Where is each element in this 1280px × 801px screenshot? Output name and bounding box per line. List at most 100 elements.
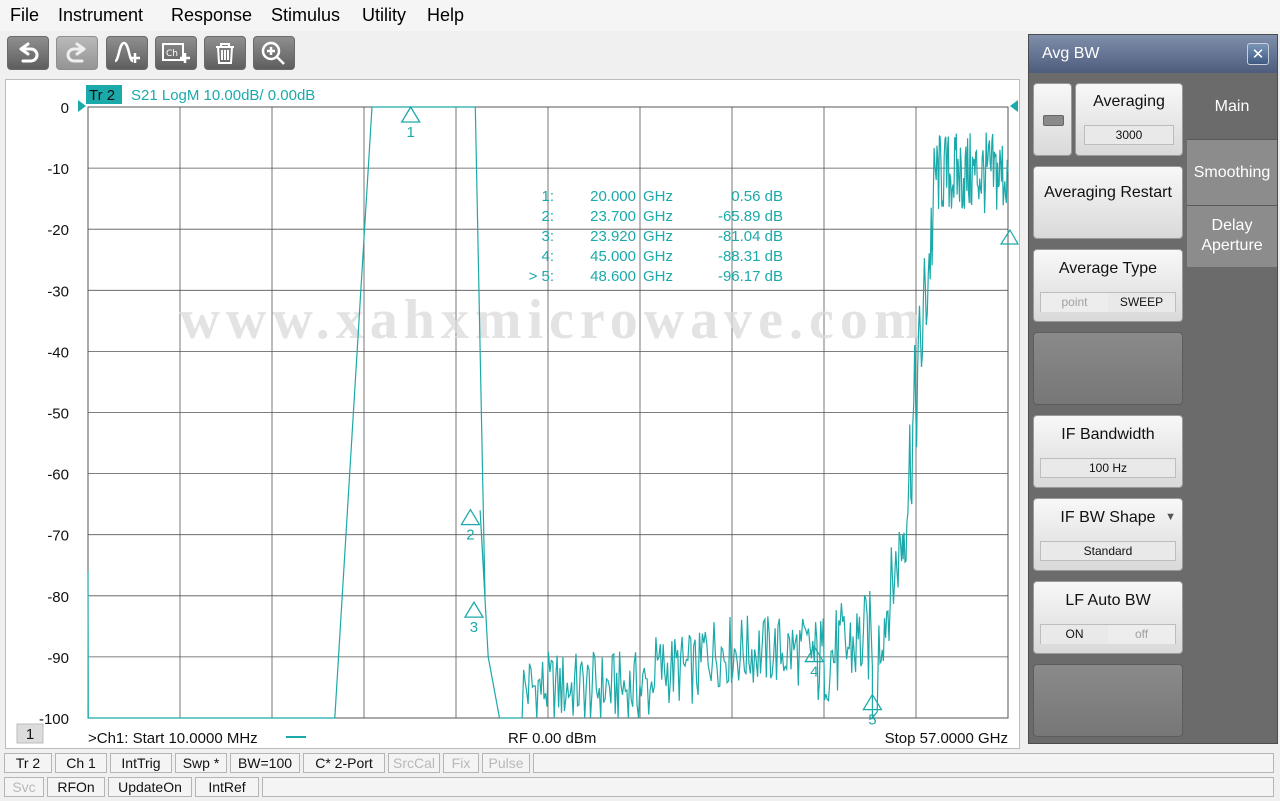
marker-triangle[interactable] [400, 105, 421, 123]
marker-triangle[interactable] [460, 508, 481, 526]
status-item[interactable]: RFOn [47, 777, 105, 797]
y-axis-tick-label: -70 [47, 528, 69, 545]
tab-main[interactable]: Main [1187, 75, 1277, 139]
status-item[interactable]: Tr 2 [4, 753, 52, 773]
redo-button[interactable] [56, 36, 98, 70]
menu-utility[interactable]: Utility [362, 5, 406, 26]
lf-auto-bw-off[interactable]: off [1108, 625, 1175, 644]
dropdown-arrow-icon: ▼ [1165, 511, 1176, 523]
status-item[interactable]: Pulse [482, 753, 530, 773]
menu-help[interactable]: Help [427, 5, 464, 26]
marker-table-cell: GHz [643, 268, 673, 285]
add-channel-button[interactable]: Ch [155, 36, 197, 70]
menu-bar: File Instrument Response Stimulus Utilit… [0, 0, 1280, 31]
marker-table-cell: GHz [643, 248, 673, 265]
trace-window[interactable]: www.xahxmicrowave.com 0 -10 -20 -30 -40 -50 -6… [5, 79, 1020, 749]
marker-number: 5 [868, 712, 876, 729]
undo-button[interactable] [7, 36, 49, 70]
average-type-point[interactable]: point [1041, 293, 1108, 312]
if-bandwidth-button[interactable]: IF Bandwidth 100 Hz [1033, 415, 1183, 488]
marker-table-cell: 3: [541, 228, 554, 245]
svg-text:Ch: Ch [166, 49, 178, 59]
marker-triangle[interactable] [463, 600, 485, 618]
marker-table-cell: -81.04 dB [718, 228, 783, 245]
empty-softkey-1 [1033, 332, 1183, 405]
reference-right-arrow [1010, 100, 1018, 112]
panel-title: Avg BW [1042, 45, 1100, 62]
averaging-value[interactable]: 3000 [1084, 125, 1174, 145]
close-icon: ✕ [1251, 46, 1265, 63]
marker-table-cell: 4: [541, 248, 554, 265]
add-channel-icon: Ch [162, 43, 190, 63]
y-axis-tick-label: 0 [61, 100, 69, 117]
lf-auto-bw-on[interactable]: ON [1041, 625, 1108, 644]
average-type-selector[interactable]: point SWEEP [1040, 292, 1176, 312]
status-item[interactable]: Svc [4, 777, 44, 797]
marker-table-cell: 23.700 [590, 208, 636, 225]
rf-power[interactable]: RF 0.00 dBm [508, 730, 596, 747]
zoom-icon [261, 41, 285, 65]
marker-table-cell: GHz [643, 188, 673, 205]
start-frequency[interactable]: >Ch1: Start 10.0000 MHz [88, 730, 258, 747]
average-type-sweep[interactable]: SWEEP [1108, 293, 1175, 312]
marker-table-cell: 48.600 [590, 268, 636, 285]
status-item[interactable]: IntRef [195, 777, 259, 797]
delete-button[interactable] [204, 36, 246, 70]
status-item[interactable]: SrcCal [388, 753, 440, 773]
status-item[interactable]: Swp * [175, 753, 227, 773]
menu-file[interactable]: File [10, 5, 39, 26]
averaging-button[interactable]: Averaging 3000 [1075, 83, 1183, 156]
averaging-label: Averaging [1093, 93, 1165, 110]
average-type-button[interactable]: Average Type point SWEEP [1033, 249, 1183, 322]
add-marker-button[interactable] [106, 36, 148, 70]
if-bandwidth-label: IF Bandwidth [1061, 426, 1155, 443]
tab-smoothing[interactable]: Smoothing [1187, 139, 1277, 205]
marker-table-cell: 2: [541, 208, 554, 225]
y-axis-tick-label: -20 [47, 222, 69, 239]
stop-frequency[interactable]: Stop 57.0000 GHz [885, 730, 1008, 747]
status-bar-top: Tr 2 Ch 1 IntTrig Swp * BW=100 C* 2-Port SrcCa… [2, 752, 1278, 774]
menu-stimulus[interactable]: Stimulus [271, 5, 340, 26]
menu-instrument[interactable]: Instrument [58, 5, 143, 26]
y-axis-tick-label: -90 [47, 650, 69, 667]
y-axis-labels: 0-10-20-30-40-50-60-70-80-90-100 [39, 100, 69, 728]
if-bw-shape-button[interactable]: IF BW Shape ▼ Standard [1033, 498, 1183, 571]
empty-softkey-2 [1033, 664, 1183, 737]
channel-number: 1 [26, 726, 34, 743]
lf-auto-bw-label: LF Auto BW [1065, 592, 1151, 609]
marker-number: 1 [407, 124, 415, 141]
zoom-button[interactable] [253, 36, 295, 70]
y-axis-tick-label: -30 [47, 283, 69, 300]
averaging-indicator-icon [1043, 115, 1064, 126]
marker-table-cell: 0.56 dB [731, 188, 783, 205]
trace-plot[interactable]: www.xahxmicrowave.com 0 -10 -20 -30 -40 -50 -6… [6, 80, 1019, 748]
undo-icon [19, 42, 39, 63]
if-bw-shape-value[interactable]: Standard [1040, 541, 1176, 561]
add-marker-icon [114, 41, 140, 63]
y-axis-tick-label: -50 [47, 406, 69, 423]
status-item[interactable]: IntTrig [110, 753, 172, 773]
status-item[interactable]: Ch 1 [55, 753, 107, 773]
if-bandwidth-value[interactable]: 100 Hz [1040, 458, 1176, 478]
marker-table-cell: -96.17 dB [718, 268, 783, 285]
averaging-restart-button[interactable]: Averaging Restart [1033, 166, 1183, 239]
status-item[interactable]: UpdateOn [108, 777, 192, 797]
marker-table-cell: 1: [541, 188, 554, 205]
watermark: www.xahxmicrowave.com [179, 289, 926, 351]
close-button[interactable]: ✕ [1247, 43, 1269, 65]
marker-table-cell: > 5: [529, 268, 554, 285]
average-type-label: Average Type [1058, 260, 1158, 277]
marker-offscreen-arrow [999, 228, 1019, 245]
averaging-toggle-button[interactable] [1033, 83, 1072, 156]
tab-delay-aperture[interactable]: Delay Aperture [1187, 205, 1277, 267]
status-item[interactable]: C* 2-Port [303, 753, 385, 773]
marker-table: 1: 20.000 GHz 0.56 dB 2: 23.700 GHz -65.89 dB … [529, 188, 783, 285]
marker-table-cell: 20.000 [590, 188, 636, 205]
status-item[interactable]: Fix [443, 753, 479, 773]
marker-number: 2 [466, 527, 474, 544]
lf-auto-bw-selector[interactable]: ON off [1040, 624, 1176, 644]
menu-response[interactable]: Response [171, 5, 252, 26]
status-item[interactable]: BW=100 [230, 753, 300, 773]
lf-auto-bw-button[interactable]: LF Auto BW ON off [1033, 581, 1183, 654]
marker-symbols: 1 2 3 4 5 [400, 105, 1019, 729]
